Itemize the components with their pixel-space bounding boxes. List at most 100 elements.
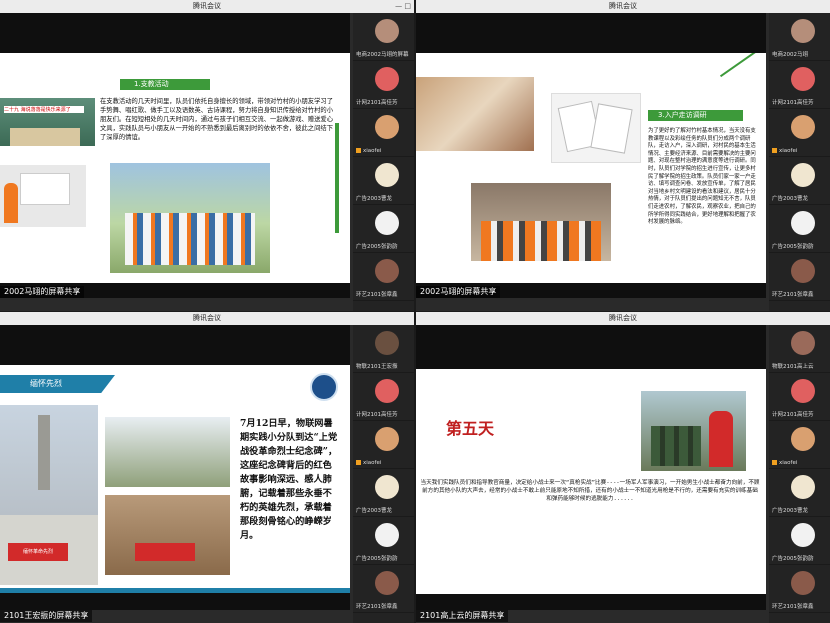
avatar (375, 379, 399, 403)
school-logo (310, 373, 338, 401)
slide-heading: 3.入户走访调研 (648, 110, 743, 121)
avatar (791, 379, 815, 403)
shared-screen: 1.支教活动 在支教活动的几天时间里，队员们依托自身擅长的领域，带领对竹村的小朋… (0, 13, 350, 298)
share-label: 2101高上云的屏幕共享 (416, 610, 509, 622)
participant-tile[interactable]: 计网2101高佳芳 (353, 61, 414, 109)
avatar (791, 211, 815, 235)
participant-list[interactable]: 物联2101王宏振 计网2101高佳芳 xiaofei 广告2003曹龙 广告2… (353, 325, 414, 623)
participant-name: 广告2003曹龙 (356, 196, 392, 202)
survey-photo-collage (416, 77, 534, 151)
slide-body: 在支教活动的几天时间里，队员们依托自身擅长的领域，带领对竹村的小朋友学习了手势舞… (100, 98, 333, 141)
shared-screen: 3.入户走访调研 为了更好的了解对竹村基本情况，当天没有支教课程以及彩绘任务的队… (416, 13, 766, 298)
teaching-photo (0, 165, 86, 227)
participant-tile[interactable]: 广告2005张韵韵 (769, 205, 830, 253)
participant-tile[interactable]: 物联2101王宏振 (353, 325, 414, 373)
participant-list[interactable]: 电商2002马翊的屏幕 计网2101高佳芳 xiaofei 广告2003曹龙 广… (353, 13, 414, 311)
participant-list[interactable]: 电商2002马翊 计网2101高佳芳 xiaofei 广告2003曹龙 广告20… (769, 13, 830, 311)
window-title: 腾讯会议 (416, 0, 830, 13)
participant-name: 环艺2101张章鑫 (772, 604, 814, 610)
avatar (375, 427, 399, 451)
participant-name: xiaofei (356, 148, 412, 154)
avatar (791, 331, 815, 355)
participant-name: 环艺2101张章鑫 (772, 292, 814, 298)
banner-group-photo: 缅怀革命先烈 (0, 515, 98, 585)
avatar (791, 259, 815, 283)
shared-screen: 缅怀先烈 缅怀革命先烈 7月12日早，物联网暑期实践小分队到达“上党战役革命烈士… (0, 325, 350, 610)
host-icon (356, 148, 361, 153)
meeting-window-2: 腾讯会议 3.入户走访调研 为了更好的了解对竹村基本情况，当天没有支教课程以及彩… (416, 0, 830, 311)
host-icon (356, 460, 361, 465)
participant-tile[interactable]: 环艺2101张章鑫 (769, 253, 830, 301)
participant-name: 电商2002马翊的屏幕 (356, 52, 409, 58)
participant-name: 广告2005张韵韵 (356, 244, 398, 250)
avatar (791, 571, 815, 595)
avatar (791, 67, 815, 91)
participant-tile[interactable]: 电商2002马翊 (769, 13, 830, 61)
monument-photo (0, 405, 98, 515)
participant-name: 计网2101高佳芳 (772, 412, 814, 418)
participant-name: 物联2101高上云 (772, 364, 814, 370)
avatar (791, 163, 815, 187)
window-controls[interactable]: — □ (392, 0, 414, 13)
villagers-photo (471, 183, 611, 261)
participant-tile[interactable]: 广告2003曹龙 (353, 157, 414, 205)
participant-tile[interactable]: 广告2003曹龙 (353, 469, 414, 517)
participant-tile[interactable]: 广告2005张韵韵 (353, 205, 414, 253)
participant-tile[interactable]: 广告2005张韵韵 (353, 517, 414, 565)
avatar (791, 427, 815, 451)
slide-body: 7月12日早，物联网暑期实践小分队到达“上党战役革命烈士纪念碑”，这座纪念碑背后… (240, 418, 338, 541)
participant-tile[interactable]: xiaofei (353, 109, 414, 157)
window-title: 腾讯会议 — □ (0, 0, 414, 13)
participant-tile[interactable]: xiaofei (353, 421, 414, 469)
window-title: 腾讯会议 (416, 312, 830, 325)
meeting-window-3: 腾讯会议 缅怀先烈 缅怀革命先烈 7月12日早，物联网暑期实践小分队到达“上党战… (0, 312, 414, 623)
participant-tile[interactable]: 环艺2101张章鑫 (353, 253, 414, 301)
participant-tile[interactable]: 广告2003曹龙 (769, 157, 830, 205)
participant-name: 广告2003曹龙 (772, 196, 808, 202)
participant-tile[interactable]: 物联2101高上云 (769, 325, 830, 373)
participant-name: 环艺2101张章鑫 (356, 292, 398, 298)
participant-list[interactable]: 物联2101高上云 计网2101高佳芳 xiaofei 广告2003曹龙 广告2… (769, 325, 830, 623)
share-label: 2101王宏振的屏幕共享 (0, 610, 93, 622)
memorial-photo (105, 417, 230, 487)
participant-tile[interactable]: 环艺2101张章鑫 (353, 565, 414, 613)
questionnaire-photo (551, 93, 641, 163)
participant-name: xiaofei (772, 148, 828, 154)
participant-tile[interactable]: xiaofei (769, 421, 830, 469)
participant-name: 计网2101高佳芳 (356, 100, 398, 106)
participant-tile[interactable]: 计网2101高佳芳 (353, 373, 414, 421)
participant-name: 广告2005张韵韵 (772, 556, 814, 562)
participant-name: 广告2003曹龙 (356, 508, 392, 514)
avatar (375, 259, 399, 283)
avatar (375, 475, 399, 499)
slide-heading: 缅怀先烈 (0, 375, 115, 393)
avatar (791, 475, 815, 499)
red-banner: 缅怀革命先烈 (8, 543, 68, 561)
shared-screen: 第五天 当天我们实践队员们和指导教官商量，决定给小战士来一次“真枪实战”比赛--… (416, 325, 766, 610)
avatar (375, 19, 399, 43)
statue-photo (105, 495, 230, 575)
participant-tile[interactable]: 计网2101高佳芳 (769, 61, 830, 109)
participant-tile[interactable]: 广告2005张韵韵 (769, 517, 830, 565)
participant-name: 计网2101高佳芳 (356, 412, 398, 418)
host-icon (772, 148, 777, 153)
participant-tile[interactable]: 电商2002马翊的屏幕 (353, 13, 414, 61)
host-icon (772, 460, 777, 465)
participant-name: 环艺2101张章鑫 (356, 604, 398, 610)
avatar (791, 523, 815, 547)
participant-tile[interactable]: 广告2003曹龙 (769, 469, 830, 517)
slide: 第五天 当天我们实践队员们和指导教官商量，决定给小战士来一次“真枪实战”比赛--… (416, 369, 766, 594)
participant-tile[interactable]: xiaofei (769, 109, 830, 157)
classroom-photo: 二十九 海说落落是快乐来源了 (0, 98, 95, 146)
avatar (375, 523, 399, 547)
participant-name: 计网2101高佳芳 (772, 100, 814, 106)
avatar (375, 331, 399, 355)
participant-name: xiaofei (772, 460, 828, 466)
participant-tile[interactable]: 环艺2101张章鑫 (769, 565, 830, 613)
group-photo (110, 163, 270, 273)
participant-tile[interactable]: 计网2101高佳芳 (769, 373, 830, 421)
participant-name: 广告2003曹龙 (772, 508, 808, 514)
avatar (791, 115, 815, 139)
participant-name: 电商2002马翊 (772, 52, 808, 58)
avatar (375, 571, 399, 595)
